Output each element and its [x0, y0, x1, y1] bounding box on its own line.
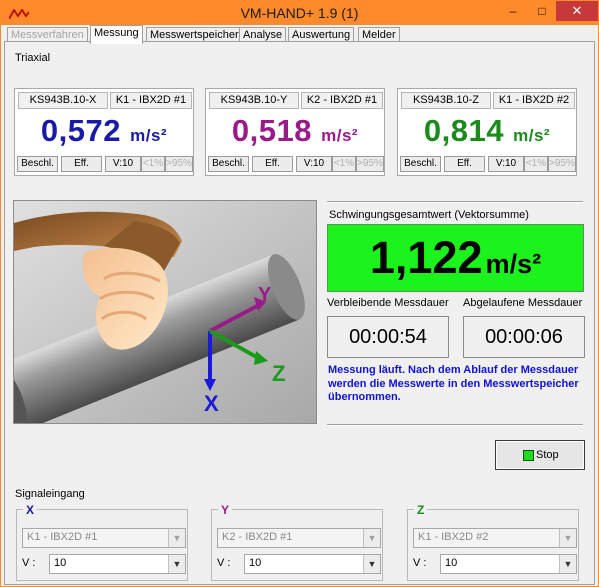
- underrange-indicator: <1%: [332, 156, 356, 172]
- sensor-value-display: 0,814 m/s²: [398, 113, 576, 149]
- sensor-value: 0,518: [231, 113, 312, 148]
- chevron-down-icon: ▼: [363, 529, 380, 547]
- sensor-value: 0,814: [423, 113, 504, 148]
- sensor-name: KS943B.10-Y: [209, 92, 299, 109]
- sensor-channel: K1 - IBX2D #2: [493, 92, 575, 109]
- sensor-name: KS943B.10-Z: [401, 92, 491, 109]
- sensor-panel-z: KS943B.10-Z K1 - IBX2D #2 0,814 m/s² Bes…: [397, 88, 577, 176]
- gain-button[interactable]: V:10: [296, 156, 332, 172]
- gain-select-value: 10: [54, 557, 67, 569]
- axis-y-label: Y: [258, 284, 272, 306]
- elapsed-duration-display: 00:00:06: [463, 316, 585, 358]
- gain-button[interactable]: V:10: [105, 156, 141, 172]
- gain-select[interactable]: 10 ▼: [440, 554, 577, 574]
- underrange-indicator: <1%: [524, 156, 548, 172]
- chevron-down-icon[interactable]: ▼: [363, 555, 380, 573]
- total-value-label: Schwingungsgesamtwert (Vektorsumme): [329, 209, 529, 221]
- gain-label: V :: [22, 557, 36, 569]
- chevron-down-icon: ▼: [559, 529, 576, 547]
- hand-axes-diagram: X Y Z: [14, 201, 316, 423]
- close-button[interactable]: ✕: [556, 1, 598, 21]
- axis-z-label: Z: [272, 361, 285, 386]
- total-value-display: 1,122 m/s²: [327, 224, 584, 292]
- underrange-indicator: <1%: [141, 156, 165, 172]
- total-unit: m/s²: [485, 249, 542, 279]
- measurement-status-message: Messung läuft. Nach dem Ablauf der Messd…: [328, 364, 579, 403]
- signal-axis-label: Z: [414, 503, 428, 517]
- gain-button[interactable]: V:10: [488, 156, 524, 172]
- accel-button[interactable]: Beschl.: [400, 156, 441, 172]
- divider: [327, 424, 583, 426]
- channel-select-value: K1 - IBX2D #1: [27, 531, 98, 543]
- channel-select: K1 - IBX2D #2 ▼: [413, 528, 577, 548]
- remaining-duration-label: Verbleibende Messdauer: [327, 297, 449, 309]
- sensor-value-display: 0,518 m/s²: [206, 113, 384, 149]
- overrange-indicator: >95%: [165, 156, 193, 172]
- sensor-channel: K2 - IBX2D #1: [301, 92, 383, 109]
- minimize-button[interactable]: –: [498, 1, 528, 21]
- channel-select-value: K1 - IBX2D #2: [418, 531, 489, 543]
- channel-select: K1 - IBX2D #1 ▼: [22, 528, 186, 548]
- gain-label: V :: [217, 557, 231, 569]
- sensor-panel-x: KS943B.10-X K1 - IBX2D #1 0,572 m/s² Bes…: [14, 88, 194, 176]
- stop-button-label: Stop: [536, 449, 559, 461]
- accel-button[interactable]: Beschl.: [208, 156, 249, 172]
- gain-select-value: 10: [445, 557, 458, 569]
- stop-icon: [523, 450, 534, 461]
- sensor-name: KS943B.10-X: [18, 92, 108, 109]
- rms-button[interactable]: Eff.: [61, 156, 102, 172]
- divider: [327, 201, 583, 203]
- channel-select-value: K2 - IBX2D #1: [222, 531, 293, 543]
- gain-select-value: 10: [249, 557, 262, 569]
- rms-button[interactable]: Eff.: [252, 156, 293, 172]
- chevron-down-icon[interactable]: ▼: [559, 555, 576, 573]
- gain-label: V :: [413, 557, 427, 569]
- channel-select: K2 - IBX2D #1 ▼: [217, 528, 381, 548]
- signal-input-label: Signaleingang: [15, 488, 85, 500]
- sensor-channel: K1 - IBX2D #1: [110, 92, 192, 109]
- sensor-unit: m/s²: [513, 126, 551, 145]
- overrange-indicator: >95%: [548, 156, 576, 172]
- elapsed-duration-label: Abgelaufene Messdauer: [463, 297, 583, 309]
- tab-messung[interactable]: Messung: [90, 25, 143, 44]
- sensor-unit: m/s²: [321, 126, 359, 145]
- chevron-down-icon: ▼: [168, 529, 185, 547]
- signal-axis-label: Y: [218, 503, 233, 517]
- gain-select[interactable]: 10 ▼: [244, 554, 381, 574]
- accel-button[interactable]: Beschl.: [17, 156, 58, 172]
- signal-group-x: X K1 - IBX2D #1 ▼ V : 10 ▼: [16, 503, 188, 581]
- stop-button[interactable]: Stop: [495, 440, 585, 470]
- sensor-value-display: 0,572 m/s²: [15, 113, 193, 149]
- overrange-indicator: >95%: [356, 156, 384, 172]
- total-value: 1,122: [369, 232, 483, 283]
- remaining-duration-display: 00:00:54: [327, 316, 449, 358]
- maximize-button[interactable]: □: [528, 1, 556, 21]
- title-bar[interactable]: VM-HAND+ 1.9 (1) – □ ✕: [1, 1, 598, 25]
- hand-tool-illustration: X Y Z: [13, 200, 317, 424]
- sensor-unit: m/s²: [130, 126, 168, 145]
- sensor-value: 0,572: [40, 113, 121, 148]
- mode-label: Triaxial: [15, 52, 51, 64]
- axis-x-label: X: [204, 391, 219, 416]
- signal-group-z: Z K1 - IBX2D #2 ▼ V : 10 ▼: [407, 503, 579, 581]
- gain-select[interactable]: 10 ▼: [49, 554, 186, 574]
- rms-button[interactable]: Eff.: [444, 156, 485, 172]
- chevron-down-icon[interactable]: ▼: [168, 555, 185, 573]
- signal-axis-label: X: [23, 503, 38, 517]
- sensor-panel-y: KS943B.10-Y K2 - IBX2D #1 0,518 m/s² Bes…: [205, 88, 385, 176]
- signal-group-y: Y K2 - IBX2D #1 ▼ V : 10 ▼: [211, 503, 383, 581]
